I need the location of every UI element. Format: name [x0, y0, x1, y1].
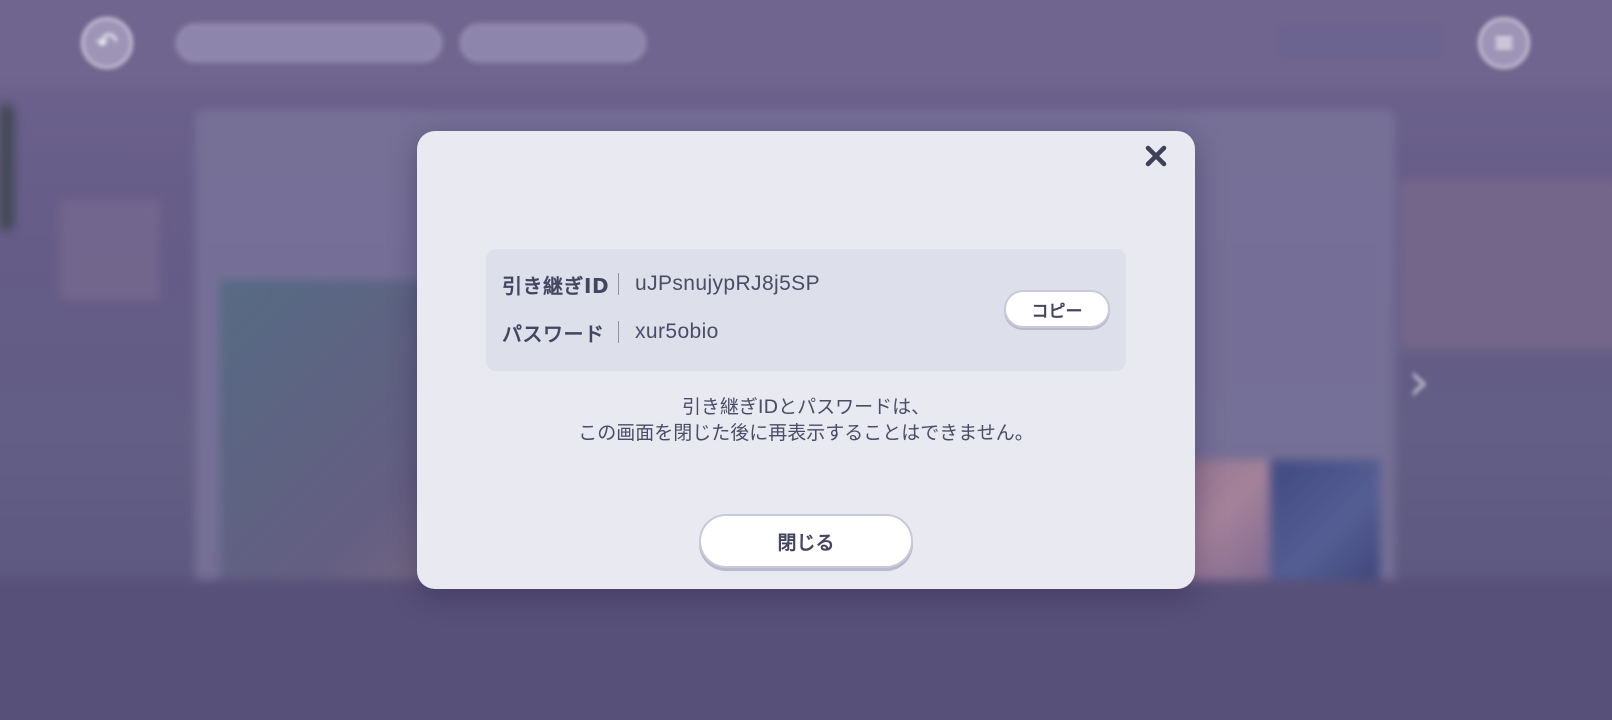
back-button: ↶	[81, 17, 133, 69]
transfer-code-dialog: 引き継ぎID uJPsnujypRJ8j5SP パスワード xur5obio コ…	[417, 131, 1195, 589]
background-tab-2	[460, 24, 646, 62]
transfer-id-label: 引き継ぎID	[502, 273, 610, 298]
chevron-right-icon: ›	[1408, 350, 1430, 413]
menu-button: ≡	[1478, 17, 1530, 69]
menu-icon: ≡	[1493, 28, 1515, 58]
copy-button[interactable]: コピー	[1004, 290, 1110, 328]
background-tab-1	[176, 24, 442, 62]
credentials-panel: 引き継ぎID uJPsnujypRJ8j5SP パスワード xur5obio コ…	[486, 249, 1126, 371]
transfer-id-value: uJPsnujypRJ8j5SP	[635, 272, 820, 295]
notice-text: 引き継ぎIDとパスワードは、 この画面を閉じた後に再表示することはできません。	[417, 394, 1195, 446]
password-value: xur5obio	[635, 320, 719, 343]
password-label: パスワード	[502, 321, 605, 346]
background-currency	[1280, 26, 1440, 58]
close-icon[interactable]	[1139, 139, 1173, 173]
divider	[618, 321, 619, 343]
back-arrow-icon: ↶	[96, 28, 118, 58]
transfer-id-row: 引き継ぎID uJPsnujypRJ8j5SP	[502, 269, 820, 299]
notice-line-1: 引き継ぎIDとパスワードは、	[681, 396, 931, 418]
divider	[618, 273, 619, 295]
notice-line-2: この画面を閉じた後に再表示することはできません。	[578, 422, 1034, 444]
close-button[interactable]: 閉じる	[699, 514, 913, 568]
password-row: パスワード xur5obio	[502, 317, 719, 347]
